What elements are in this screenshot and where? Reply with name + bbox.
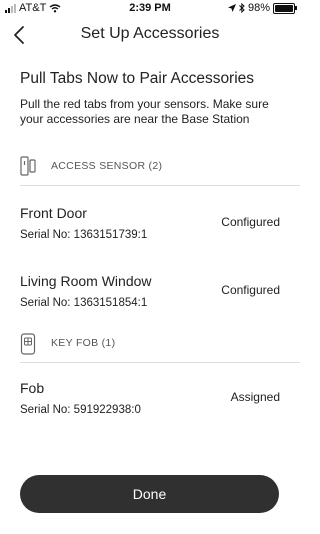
list-item[interactable]: Living Room Window Serial No: 1363151854… xyxy=(0,273,300,333)
key-fob-icon xyxy=(20,333,36,355)
accessory-name: Living Room Window xyxy=(20,273,152,289)
accessory-serial: Serial No: 1363151854:1 xyxy=(20,297,148,309)
done-button[interactable]: Done xyxy=(20,475,279,513)
list-item[interactable]: Fob Serial No: 591922938:0 Assigned xyxy=(0,380,300,440)
battery-fill xyxy=(275,4,293,12)
page-title: Set Up Accessories xyxy=(80,25,220,42)
divider xyxy=(20,185,300,186)
accessory-status: Configured xyxy=(221,283,280,297)
divider xyxy=(20,362,300,363)
nav-header: Set Up Accessories xyxy=(0,20,300,50)
section-header-key-fob: KEY FOB (1) xyxy=(0,329,300,357)
intro-text: Pull the red tabs from your sensors. Mak… xyxy=(20,97,269,126)
access-sensor-icon xyxy=(20,156,36,176)
accessory-name: Front Door xyxy=(20,205,87,221)
section-label: KEY FOB (1) xyxy=(51,337,116,349)
accessory-name: Fob xyxy=(20,380,45,396)
list-item[interactable]: Front Door Serial No: 1363151739:1 Confi… xyxy=(0,205,300,265)
section-header-access-sensor: ACCESS SENSOR (2) xyxy=(0,152,300,180)
section-label: ACCESS SENSOR (2) xyxy=(51,160,163,172)
location-arrow-icon xyxy=(227,4,236,12)
bluetooth-icon xyxy=(239,3,245,13)
status-right: 98% xyxy=(227,2,297,14)
accessory-status: Assigned xyxy=(230,390,280,404)
status-bar: AT&T 2:39 PM 98% xyxy=(0,0,300,16)
accessory-serial: Serial No: 591922938:0 xyxy=(20,404,141,416)
intro-title: Pull Tabs Now to Pair Accessories xyxy=(20,70,255,87)
accessory-serial: Serial No: 1363151739:1 xyxy=(20,229,148,241)
battery-percent: 98% xyxy=(247,2,270,14)
battery-icon xyxy=(273,2,297,14)
accessory-status: Configured xyxy=(221,215,280,229)
